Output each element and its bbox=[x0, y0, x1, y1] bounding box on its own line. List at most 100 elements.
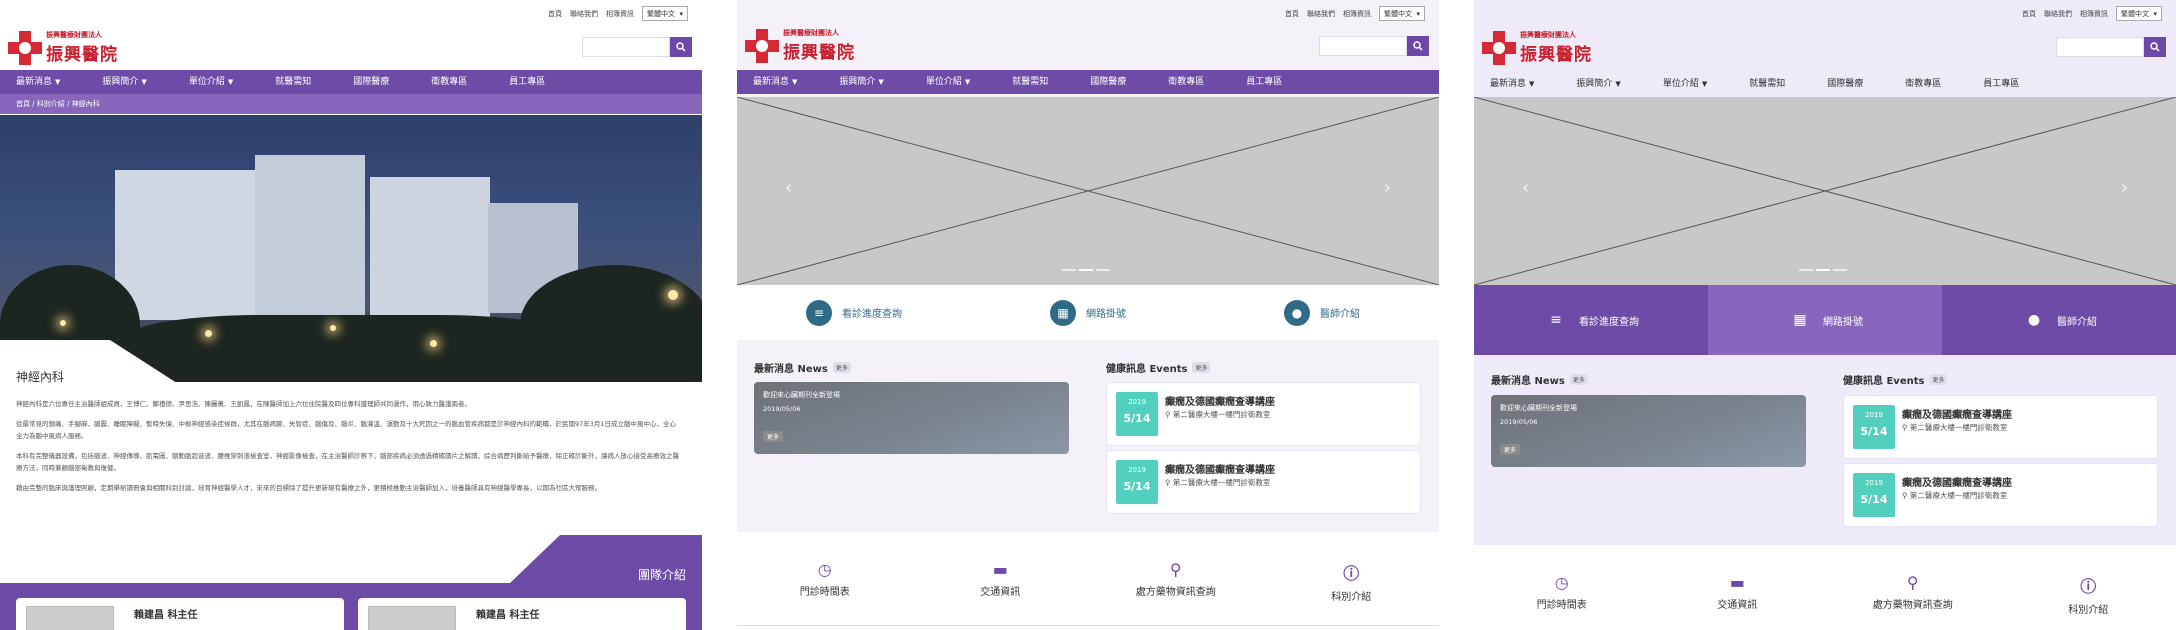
nav-item-health-education[interactable]: 衛教專區 bbox=[1168, 70, 1220, 94]
quick-link-doctors[interactable]: ● 醫師介紹 bbox=[1205, 285, 1439, 340]
red-cross-icon bbox=[745, 28, 779, 63]
event-date-badge: 2019 5/14 bbox=[1853, 473, 1895, 517]
quick-link-doctors[interactable]: ● 醫師介紹 bbox=[1942, 285, 2176, 355]
nav-item-international[interactable]: 國際醫療 bbox=[1090, 70, 1142, 94]
caret-down-icon: ▼ bbox=[792, 78, 798, 86]
language-select[interactable]: 繁體中文 ▾ bbox=[642, 6, 688, 21]
nav-item-units[interactable]: 單位介紹 ▼ bbox=[926, 70, 986, 94]
nav-item-visit-guide[interactable]: 就醫需知 bbox=[1012, 70, 1064, 94]
quick-link-queue-status[interactable]: ≡ 看診進度查詢 bbox=[1474, 285, 1708, 355]
search-input[interactable] bbox=[2056, 37, 2144, 57]
doctor-card[interactable]: 賴建昌 科主任 bbox=[16, 598, 344, 630]
news-card[interactable]: 歡迎來心臟期刊全新登場 2019/05/06 更多 bbox=[1491, 395, 1806, 467]
nav-item-international[interactable]: 國際醫療 bbox=[1827, 72, 1879, 96]
quick-link-online-registration[interactable]: ▦ 網路掛號 bbox=[971, 285, 1205, 340]
doctor-name: 賴建昌 科主任 bbox=[134, 610, 198, 621]
event-card[interactable]: 2019 5/14 癲癇及德國癲癇查導講座 ⚲ 第二醫療大樓一樓門診衛教室 bbox=[1106, 450, 1421, 514]
top-link-album[interactable]: 相簿資訊 bbox=[2080, 9, 2108, 19]
nav-item-news[interactable]: 最新消息 ▼ bbox=[1490, 72, 1550, 96]
news-more-button[interactable]: 更多 bbox=[1500, 444, 1521, 455]
quick-link-label: 網路掛號 bbox=[1086, 309, 1126, 320]
search-button[interactable] bbox=[2144, 37, 2166, 57]
caret-down-icon: ▼ bbox=[964, 78, 971, 86]
doctor-card[interactable]: 賴建昌 科主任 bbox=[358, 598, 686, 630]
quick-link-label: 網路掛號 bbox=[1823, 316, 1863, 328]
hospital-logo[interactable]: 振興醫療財團法人 振興醫院 bbox=[745, 28, 855, 63]
events-heading: 健康訊息 Events 更多 bbox=[1843, 372, 1948, 387]
event-day: 5/14 bbox=[1860, 493, 1888, 506]
hospital-logo[interactable]: 振興醫療財團法人 振興醫院 bbox=[1482, 30, 1592, 65]
search-input[interactable] bbox=[1319, 36, 1407, 56]
nav-item-news[interactable]: 最新消息 ▼ bbox=[16, 70, 76, 94]
nav-item-staff[interactable]: 員工專區 bbox=[1246, 70, 1298, 94]
hero-carousel[interactable]: ‹ › bbox=[1474, 97, 2176, 285]
nav-item-staff[interactable]: 員工專區 bbox=[1983, 72, 2035, 96]
search-icon: ⚲ bbox=[1906, 573, 1919, 592]
nav-item-about[interactable]: 振興簡介 ▼ bbox=[839, 70, 899, 94]
event-card[interactable]: 2019 5/14 癲癇及德國癲癇查導講座 ⚲ 第二醫療大樓一樓門診衛教室 bbox=[1843, 395, 2158, 459]
carousel-next-arrow[interactable]: › bbox=[2121, 177, 2128, 198]
location-pin-icon: ⚲ bbox=[1165, 410, 1171, 419]
clock-icon: ◷ bbox=[1554, 573, 1569, 592]
top-link-contact[interactable]: 聯絡我們 bbox=[1307, 9, 1335, 19]
link-departments[interactable]: ⓘ 科別介紹 bbox=[2001, 573, 2176, 630]
quick-link-queue-status[interactable]: ≡ 看診進度查詢 bbox=[737, 285, 971, 340]
hospital-logo[interactable]: 振興醫療財團法人 振興醫院 bbox=[8, 30, 118, 65]
search-box bbox=[1319, 36, 1429, 56]
carousel-prev-arrow[interactable]: ‹ bbox=[1522, 177, 1529, 198]
top-link-home[interactable]: 首頁 bbox=[548, 9, 562, 19]
nav-item-about[interactable]: 振興簡介 ▼ bbox=[1576, 72, 1636, 96]
top-link-album[interactable]: 相簿資訊 bbox=[1343, 9, 1371, 19]
location-pin-icon: ⚲ bbox=[1902, 491, 1908, 500]
link-departments[interactable]: ⓘ 科別介紹 bbox=[1264, 560, 1440, 630]
carousel-dot[interactable] bbox=[1096, 269, 1110, 271]
event-card[interactable]: 2019 5/14 癲癇及德國癲癇查導講座 ⚲ 第二醫療大樓一樓門診衛教室 bbox=[1106, 382, 1421, 446]
language-select[interactable]: 繁體中文 ▾ bbox=[1379, 6, 1425, 21]
nav-item-news[interactable]: 最新消息 ▼ bbox=[753, 70, 813, 94]
nav-label: 最新消息 bbox=[1490, 79, 1527, 89]
events-more-link[interactable]: 更多 bbox=[1929, 374, 1948, 385]
link-transport-info[interactable]: ▬ 交通資訊 bbox=[913, 560, 1089, 630]
carousel-dot[interactable] bbox=[1062, 269, 1076, 271]
event-location-text: 第二醫療大樓一樓門診衛教室 bbox=[1172, 478, 1271, 487]
carousel-dot[interactable] bbox=[1816, 269, 1830, 271]
news-more-button[interactable]: 更多 bbox=[763, 431, 784, 442]
nav-item-units[interactable]: 單位介紹 ▼ bbox=[1663, 72, 1723, 96]
link-clinic-schedule[interactable]: ◷ 門診時間表 bbox=[1474, 573, 1650, 630]
top-link-album[interactable]: 相簿資訊 bbox=[606, 9, 634, 19]
search-button[interactable] bbox=[670, 37, 692, 57]
carousel-dot[interactable] bbox=[1833, 269, 1847, 271]
link-clinic-schedule[interactable]: ◷ 門診時間表 bbox=[737, 560, 913, 630]
quick-link-online-registration[interactable]: ▦ 網路掛號 bbox=[1708, 285, 1942, 355]
nav-item-health-education[interactable]: 衛教專區 bbox=[1905, 72, 1957, 96]
breadcrumb[interactable]: 首頁 / 科別介紹 / 神經內科 bbox=[0, 94, 702, 114]
top-link-home[interactable]: 首頁 bbox=[1285, 9, 1299, 19]
nav-item-visit-guide[interactable]: 就醫需知 bbox=[275, 70, 327, 94]
nav-item-health-education[interactable]: 衛教專區 bbox=[431, 70, 483, 94]
link-transport-info[interactable]: ▬ 交通資訊 bbox=[1650, 573, 1826, 630]
carousel-dot[interactable] bbox=[1079, 269, 1093, 271]
nav-item-international[interactable]: 國際醫療 bbox=[353, 70, 405, 94]
news-more-link[interactable]: 更多 bbox=[1569, 374, 1588, 385]
top-link-home[interactable]: 首頁 bbox=[2022, 9, 2036, 19]
event-card[interactable]: 2019 5/14 癲癇及德國癲癇查導講座 ⚲ 第二醫療大樓一樓門診衛教室 bbox=[1843, 463, 2158, 527]
news-more-link[interactable]: 更多 bbox=[832, 362, 851, 373]
carousel-dot[interactable] bbox=[1799, 269, 1813, 271]
top-link-contact[interactable]: 聯絡我們 bbox=[570, 9, 598, 19]
carousel-prev-arrow[interactable]: ‹ bbox=[785, 177, 792, 198]
link-prescription-search[interactable]: ⚲ 處方藥物資訊查詢 bbox=[1088, 560, 1264, 630]
nav-item-visit-guide[interactable]: 就醫需知 bbox=[1749, 72, 1801, 96]
nav-item-about[interactable]: 振興簡介 ▼ bbox=[102, 70, 162, 94]
nav-item-staff[interactable]: 員工專區 bbox=[509, 70, 561, 94]
search-input[interactable] bbox=[582, 37, 670, 57]
hero-carousel[interactable]: ‹ › bbox=[737, 97, 1439, 285]
nav-item-units[interactable]: 單位介紹 ▼ bbox=[189, 70, 249, 94]
link-prescription-search[interactable]: ⚲ 處方藥物資訊查詢 bbox=[1825, 573, 2001, 630]
events-more-link[interactable]: 更多 bbox=[1192, 362, 1211, 373]
top-link-contact[interactable]: 聯絡我們 bbox=[2044, 9, 2072, 19]
news-card[interactable]: 歡迎來心臟期刊全新登場 2019/05/06 更多 bbox=[754, 382, 1069, 454]
search-button[interactable] bbox=[1407, 36, 1429, 56]
event-location: ⚲ 第二醫療大樓一樓門診衛教室 bbox=[1902, 422, 2007, 433]
language-select[interactable]: 繁體中文 ▾ bbox=[2116, 6, 2162, 21]
carousel-next-arrow[interactable]: › bbox=[1384, 177, 1391, 198]
